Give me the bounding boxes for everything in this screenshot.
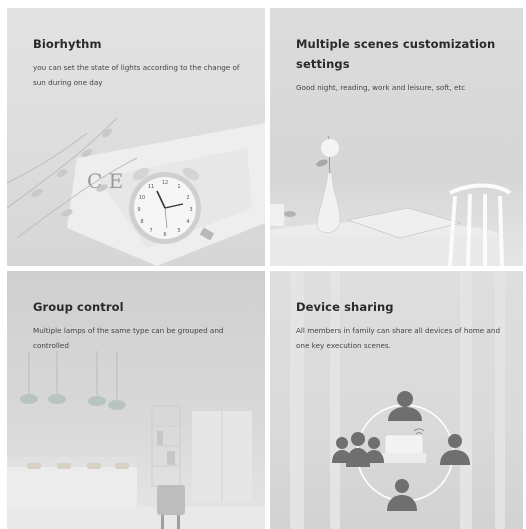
svg-text:8: 8: [140, 219, 143, 225]
svg-text:5: 5: [177, 228, 180, 234]
card-title: Multiple scenes customization settings: [296, 37, 496, 71]
svg-text:6: 6: [163, 232, 166, 238]
svg-text:4: 4: [186, 219, 189, 225]
card-description: Good night, reading, work and leisure, s…: [296, 83, 466, 92]
card-biorhythm: C E 12 1 23 45 67 89 10 11 Biorhythm you…: [7, 8, 265, 266]
svg-text:3: 3: [189, 207, 192, 213]
card-multiple-scenes: Multiple scenes customization settings G…: [270, 8, 523, 266]
svg-text:11: 11: [148, 184, 154, 190]
card-title: Biorhythm: [33, 37, 102, 51]
card-device-sharing: Device sharing All members in family can…: [270, 271, 523, 529]
card-description: you can set the state of lights accordin…: [33, 63, 240, 87]
svg-text:10: 10: [139, 195, 145, 201]
svg-text:1: 1: [177, 184, 180, 190]
svg-text:12: 12: [162, 180, 168, 186]
card-description: Multiple lamps of the same type can be g…: [33, 326, 224, 350]
hub-device-icon: [380, 434, 426, 463]
svg-text:7: 7: [149, 228, 152, 234]
svg-text:9: 9: [137, 207, 140, 213]
card-title: Device sharing: [296, 300, 394, 314]
card-description: All members in family can share all devi…: [296, 326, 501, 350]
card-group-control: Group control Multiple lamps of the same…: [7, 271, 265, 529]
person-icon: [387, 479, 417, 511]
card-title: Group control: [33, 300, 124, 314]
wifi-icon: [413, 428, 425, 435]
svg-text:2: 2: [186, 195, 189, 201]
